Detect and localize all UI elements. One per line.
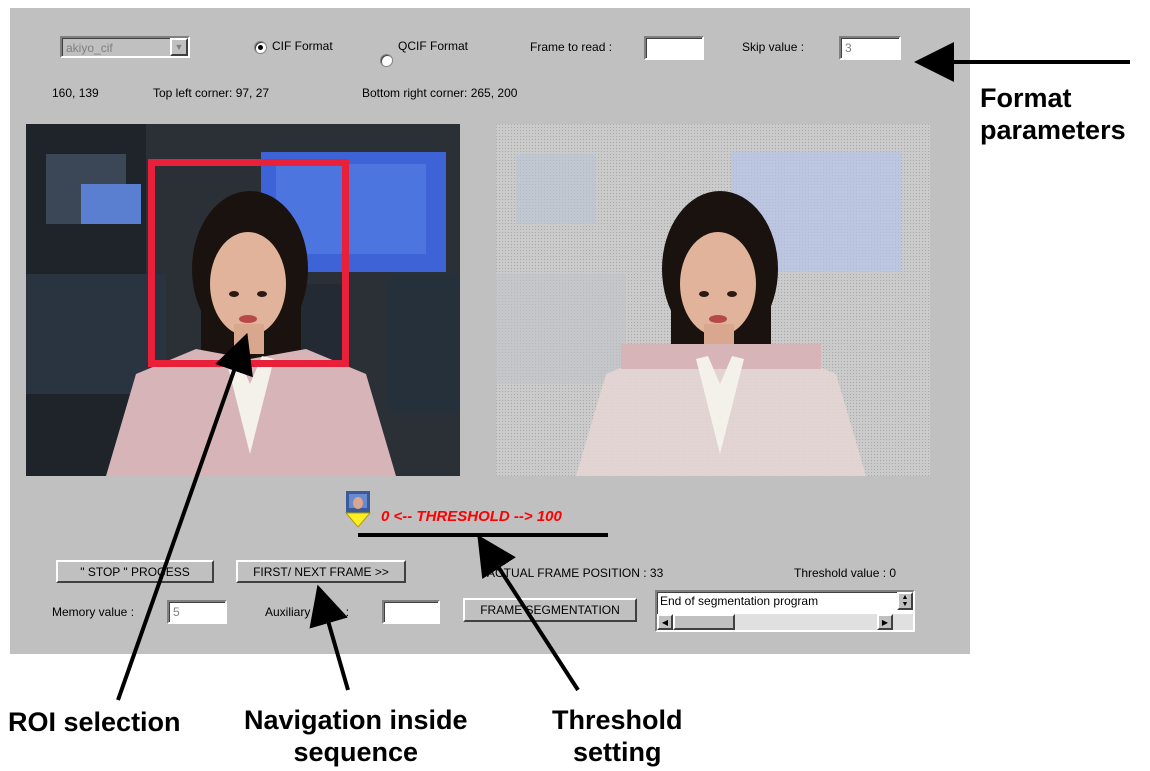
application-window: akiyo_cif ▼ CIF Format QCIF Format Frame… <box>10 8 970 654</box>
top-left-corner-text: Top left corner: 97, 27 <box>153 86 270 100</box>
format-parameters-line1: Format <box>980 83 1072 113</box>
scroll-down-icon: ▼ <box>901 601 909 608</box>
roi-selection-callout: ROI selection <box>8 707 181 737</box>
log-listbox[interactable]: End of segmentation program ▲ ▼ ◀ ▶ <box>655 590 915 632</box>
scroll-up-icon: ▲ <box>901 594 909 601</box>
skip-value-value: 3 <box>845 41 852 55</box>
cif-format-radio[interactable] <box>254 41 267 54</box>
threshold-value-text: Threshold value : 0 <box>794 566 897 580</box>
actual-frame-position: ACTUAL FRAME POSITION : 33 <box>487 566 664 580</box>
segmented-image <box>496 124 930 476</box>
slider-thumb-icon <box>344 491 372 528</box>
scroll-right-icon[interactable]: ▶ <box>877 614 893 630</box>
skip-value-input[interactable]: 3 <box>839 36 901 60</box>
threshold-setting-callout: Threshold setting <box>552 704 683 768</box>
threshold-setting-line1: Threshold <box>552 705 683 735</box>
sequence-select-value: akiyo_cif <box>66 41 113 55</box>
memory-value-input[interactable]: 5 <box>167 600 227 624</box>
stop-process-button[interactable]: " STOP " PROCESS <box>56 560 214 583</box>
memory-value-value: 5 <box>173 605 180 619</box>
next-frame-button[interactable]: FIRST/ NEXT FRAME >> <box>236 560 406 583</box>
bottom-right-corner-text: Bottom right corner: 265, 200 <box>362 86 518 100</box>
frame-to-read-label: Frame to read : <box>530 40 613 54</box>
cursor-coordinates: 160, 139 <box>52 86 99 100</box>
navigation-line2: sequence <box>293 737 419 767</box>
segmented-frame-view <box>496 124 930 476</box>
frame-segmentation-button[interactable]: FRAME SEGMENTATION <box>463 598 637 622</box>
roi-selection-box[interactable] <box>148 159 349 367</box>
threshold-range-label: 0 <-- THRESHOLD --> 100 <box>381 508 562 525</box>
auxiliary-value-label: Auxiliary value : <box>265 605 350 619</box>
auxiliary-value-input[interactable] <box>382 600 440 624</box>
frame-to-read-input[interactable] <box>644 36 704 60</box>
scroll-thumb[interactable] <box>673 614 735 630</box>
chevron-down-icon[interactable]: ▼ <box>170 38 188 56</box>
memory-value-label: Memory value : <box>52 605 135 619</box>
format-parameters-callout: Format parameters <box>980 82 1126 146</box>
format-parameters-line2: parameters <box>980 115 1126 145</box>
threshold-setting-line2: setting <box>573 737 662 767</box>
skip-value-label: Skip value : <box>742 40 805 54</box>
threshold-slider-thumb[interactable] <box>343 491 375 529</box>
navigation-callout: Navigation inside sequence <box>244 704 468 768</box>
vertical-scroll-buttons[interactable]: ▲ ▼ <box>897 592 913 610</box>
original-frame-view[interactable] <box>26 124 460 476</box>
sequence-select[interactable]: akiyo_cif ▼ <box>60 36 190 58</box>
threshold-slider-track[interactable] <box>358 533 608 537</box>
log-text: End of segmentation program <box>660 594 819 608</box>
scroll-left-icon[interactable]: ◀ <box>657 614 673 630</box>
qcif-format-label: QCIF Format <box>398 39 469 53</box>
horizontal-scrollbar[interactable]: ◀ ▶ <box>657 614 913 630</box>
cif-format-label: CIF Format <box>272 39 333 53</box>
navigation-line1: Navigation inside <box>244 705 468 735</box>
qcif-format-radio[interactable] <box>380 54 393 67</box>
